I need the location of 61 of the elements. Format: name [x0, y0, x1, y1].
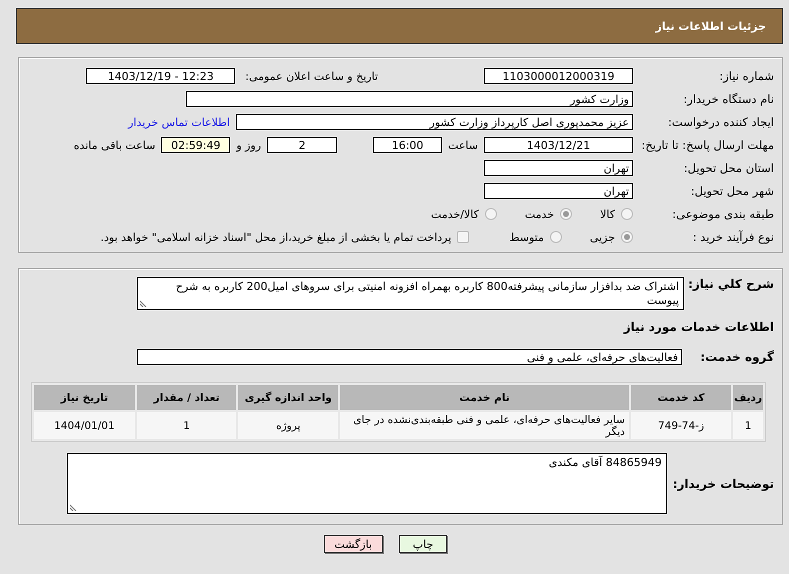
input-field[interactable]: 16:00	[373, 137, 442, 153]
radio-button[interactable]	[621, 208, 633, 220]
radio-button[interactable]	[550, 231, 562, 243]
column-header: کد خدمت	[630, 385, 732, 410]
table-cell: پروژه	[238, 412, 338, 439]
field-label: ساعت	[448, 138, 478, 152]
field-label: گروه خدمت:	[699, 350, 774, 364]
option-label: کالا/خدمت	[431, 208, 479, 220]
radio-button[interactable]	[621, 231, 633, 243]
field-label: توضیحات خریدار:	[672, 476, 774, 490]
column-header: نام خدمت	[340, 385, 629, 410]
print-button[interactable]: چاپ	[399, 535, 447, 553]
table-cell: 1404/01/01	[34, 412, 135, 439]
option-label: جزیی	[590, 230, 615, 244]
checkbox-label: پرداخت تمام یا بخشی از مبلغ خرید،از محل "اسناد خزانه اسلامی" خواهد بود.	[100, 230, 452, 244]
option-label: خدمت	[524, 208, 554, 220]
radio-button[interactable]	[560, 208, 572, 220]
page-title: جزئیات اطلاعات نیاز	[656, 20, 766, 32]
option-label: کالا	[600, 208, 615, 220]
field-label: روز و	[236, 138, 262, 152]
contact-link[interactable]: اطلاعات تماس خریدار	[128, 116, 230, 128]
input-field[interactable]: 2	[267, 137, 338, 153]
text-area[interactable]: اشتراک ضد بدافزار سازمانی پیشرفته800 کاربره بهمراه افزونه امنیتی برای سروهای امیل200 کاربره به شرح پیوست	[137, 277, 684, 310]
field-label: نوع فرآیند خرید :	[692, 230, 774, 244]
field-label: استان محل تحویل:	[682, 161, 774, 175]
input-field[interactable]: فعالیت‌های حرفه‌ای، علمی و فنی	[137, 349, 682, 365]
input-field[interactable]: 1403/12/19 - 12:23	[86, 68, 236, 84]
checkbox[interactable]	[457, 231, 470, 243]
input-field[interactable]: عزیز محمدپوری اصل کارپرداز وزارت کشور	[236, 114, 633, 130]
table-cell: 1	[733, 412, 763, 439]
field-label: شماره نیاز:	[718, 69, 774, 83]
field-label: ساعت باقی مانده	[74, 138, 156, 152]
column-header: واحد اندازه گیری	[238, 385, 338, 410]
input-field[interactable]: تهران	[484, 183, 633, 199]
field-label: ایجاد کننده درخواست:	[667, 115, 774, 129]
column-header: ردیف	[733, 385, 763, 410]
field-label: طبقه بندی موضوعی:	[671, 207, 774, 221]
column-header: تعداد / مقدار	[136, 385, 236, 410]
field-label: شرح کلي نياز:	[687, 277, 774, 291]
field-label: شهر محل تحویل:	[690, 184, 774, 198]
field-label: مهلت ارسال پاسخ: تا تاریخ:	[640, 138, 774, 152]
text-area-value: 84865949 آقای مکندی	[548, 456, 662, 469]
column-header: تاریخ نیاز	[34, 385, 135, 410]
option-label: متوسط	[509, 230, 544, 244]
radio-button[interactable]	[484, 208, 497, 220]
text-area[interactable]: 84865949 آقای مکندی	[66, 453, 667, 514]
table-cell: سایر فعالیت‌های حرفه‌ای، علمی و فنی طبقه‌بندی‌نشده در جای دیگر	[340, 412, 629, 439]
text-area-value: اشتراک ضد بدافزار سازمانی پیشرفته800 کاربره بهمراه افزونه امنیتی برای سروهای امیل200 کاربره به شرح پیوست	[176, 280, 679, 307]
table-cell: 1	[136, 412, 236, 439]
field-label: نام دستگاه خریدار:	[682, 92, 774, 106]
input-field[interactable]: 1103000012000319	[484, 68, 633, 84]
resize-grip-icon[interactable]	[140, 300, 147, 307]
input-field[interactable]: 1403/12/21	[484, 137, 633, 153]
back-button[interactable]: بازگشت	[324, 535, 383, 553]
input-field[interactable]: 02:59:49	[161, 137, 230, 153]
field-label: تاریخ و ساعت اعلان عمومی:	[245, 70, 378, 82]
input-field[interactable]: وزارت کشور	[186, 91, 633, 107]
input-field[interactable]: تهران	[484, 160, 633, 176]
section-heading: اطلاعات خدمات مورد نياز	[622, 319, 774, 336]
resize-grip-icon[interactable]	[70, 504, 77, 511]
table-cell: ز-74-749	[630, 412, 732, 439]
